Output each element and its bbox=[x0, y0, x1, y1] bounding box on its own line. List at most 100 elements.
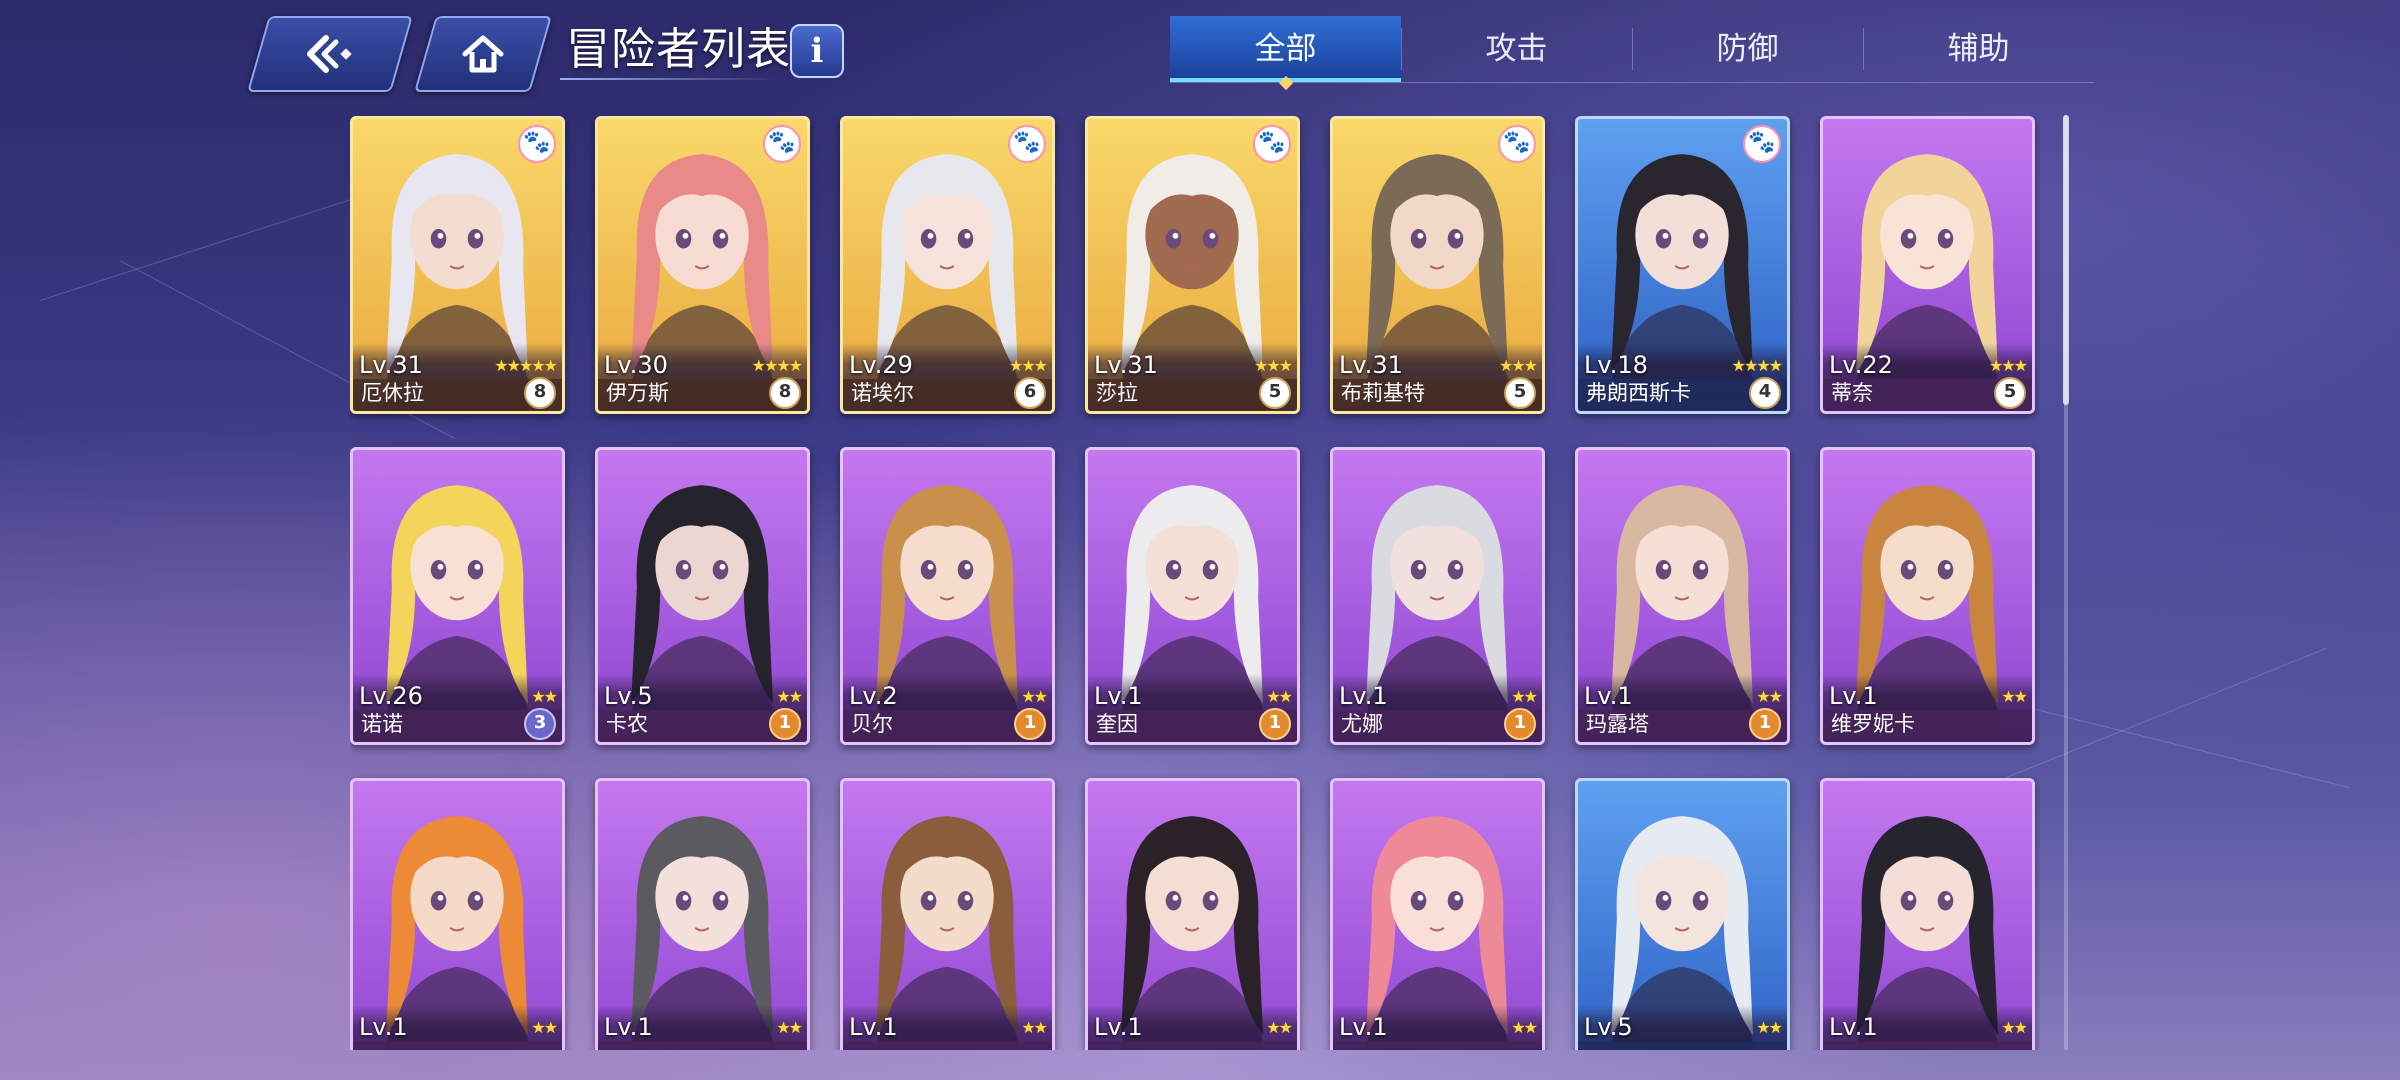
star-rating: ★★★ bbox=[1988, 356, 2028, 375]
star-rating: ★★ bbox=[2001, 687, 2028, 706]
level-label: Lv.29 bbox=[849, 351, 913, 379]
adventurer-card[interactable]: 🐾 Lv.18 ★★★★ 弗朗西斯卡 4 bbox=[1575, 116, 1790, 414]
star-rating: ★★ bbox=[1266, 1018, 1293, 1037]
rank-badge: 1 bbox=[1014, 708, 1046, 740]
rank-badge: 5 bbox=[1259, 377, 1291, 409]
star-rating: ★★★ bbox=[1008, 356, 1048, 375]
character-name: 尤娜 bbox=[1341, 712, 1383, 736]
name-strip bbox=[1088, 1041, 1297, 1050]
name-strip bbox=[1333, 1041, 1542, 1050]
level-label: Lv.2 bbox=[849, 682, 898, 710]
rank-badge: 1 bbox=[1504, 708, 1536, 740]
star-rating: ★★ bbox=[776, 1018, 803, 1037]
star-rating: ★★ bbox=[1021, 1018, 1048, 1037]
tabs-divider bbox=[1170, 82, 2094, 83]
level-label: Lv.1 bbox=[1829, 682, 1878, 710]
rank-badge: 5 bbox=[1504, 377, 1536, 409]
character-name: 布莉基特 bbox=[1341, 381, 1425, 405]
scrollbar-thumb[interactable] bbox=[2063, 115, 2069, 405]
tab-defense[interactable]: 防御 bbox=[1632, 16, 1863, 82]
adventurer-card[interactable]: Lv.1 ★★ bbox=[1085, 778, 1300, 1050]
rank-badge: 5 bbox=[1994, 377, 2026, 409]
adventurer-card[interactable]: 🐾 Lv.31 ★★★★★ 厄休拉 8 bbox=[350, 116, 565, 414]
level-label: Lv.31 bbox=[1339, 351, 1403, 379]
star-rating: ★★★ bbox=[1498, 356, 1538, 375]
name-strip bbox=[843, 1041, 1052, 1050]
star-rating: ★★★★ bbox=[1731, 356, 1783, 375]
level-label: Lv.31 bbox=[1094, 351, 1158, 379]
back-arrow-icon bbox=[307, 35, 352, 73]
name-strip bbox=[353, 1041, 562, 1050]
adventurer-card[interactable]: Lv.2 ★★ 贝尔 1 bbox=[840, 447, 1055, 745]
character-name: 卡农 bbox=[606, 712, 648, 736]
paw-icon: 🐾 bbox=[1253, 125, 1291, 163]
level-label: Lv.1 bbox=[1094, 1013, 1143, 1041]
star-rating: ★★★★★ bbox=[494, 356, 558, 375]
adventurer-card[interactable]: Lv.1 ★★ bbox=[1820, 778, 2035, 1050]
tab-all[interactable]: 全部 bbox=[1170, 16, 1401, 91]
paw-icon: 🐾 bbox=[1743, 125, 1781, 163]
adventurer-card[interactable]: Lv.1 ★★ bbox=[350, 778, 565, 1050]
star-rating: ★★ bbox=[1756, 687, 1783, 706]
level-label: Lv.1 bbox=[1094, 682, 1143, 710]
adventurer-card[interactable]: Lv.1 ★★ 奎因 1 bbox=[1085, 447, 1300, 745]
rank-badge: 3 bbox=[524, 708, 556, 740]
star-rating: ★★ bbox=[1021, 687, 1048, 706]
adventurer-card[interactable]: Lv.1 ★★ bbox=[595, 778, 810, 1050]
adventurer-card[interactable]: Lv.1 ★★ bbox=[840, 778, 1055, 1050]
filter-tabs: 全部 攻击 防御 辅助 bbox=[1170, 16, 2094, 91]
adventurer-grid: 🐾 Lv.31 ★★★★★ 厄休拉 8 🐾 Lv.30 ★★★★ 伊万斯 8 🐾 Lv.29 ★★★ 诺埃… bbox=[350, 116, 2040, 1050]
star-rating: ★★ bbox=[531, 687, 558, 706]
star-rating: ★★ bbox=[2001, 1018, 2028, 1037]
level-label: Lv.5 bbox=[604, 682, 653, 710]
character-name: 玛露塔 bbox=[1586, 712, 1649, 736]
character-name: 伊万斯 bbox=[606, 381, 669, 405]
rank-badge: 1 bbox=[1749, 708, 1781, 740]
level-label: Lv.1 bbox=[359, 1013, 408, 1041]
adventurer-card[interactable]: Lv.5 ★★ bbox=[1575, 778, 1790, 1050]
paw-icon: 🐾 bbox=[1008, 125, 1046, 163]
adventurer-card[interactable]: 🐾 Lv.30 ★★★★ 伊万斯 8 bbox=[595, 116, 810, 414]
rank-badge: 1 bbox=[1259, 708, 1291, 740]
character-name: 莎拉 bbox=[1096, 381, 1138, 405]
adventurer-card[interactable]: Lv.5 ★★ 卡农 1 bbox=[595, 447, 810, 745]
tab-support[interactable]: 辅助 bbox=[1863, 16, 2094, 82]
adventurer-card[interactable]: Lv.1 ★★ 玛露塔 1 bbox=[1575, 447, 1790, 745]
level-label: Lv.18 bbox=[1584, 351, 1648, 379]
adventurer-card[interactable]: Lv.1 ★★ 维罗妮卡 bbox=[1820, 447, 2035, 745]
active-tab-indicator bbox=[1278, 75, 1293, 91]
name-strip bbox=[1823, 1041, 2032, 1050]
star-rating: ★★ bbox=[1756, 1018, 1783, 1037]
level-label: Lv.1 bbox=[1339, 682, 1388, 710]
background-line bbox=[1999, 700, 2350, 789]
character-name: 诺埃尔 bbox=[851, 381, 914, 405]
level-label: Lv.5 bbox=[1584, 1013, 1633, 1041]
adventurer-card[interactable]: Lv.1 ★★ 尤娜 1 bbox=[1330, 447, 1545, 745]
rank-badge: 6 bbox=[1014, 377, 1046, 409]
adventurer-card[interactable]: 🐾 Lv.29 ★★★ 诺埃尔 6 bbox=[840, 116, 1055, 414]
character-name: 厄休拉 bbox=[361, 381, 424, 405]
level-label: Lv.1 bbox=[849, 1013, 898, 1041]
adventurer-card[interactable]: 🐾 Lv.31 ★★★ 布莉基特 5 bbox=[1330, 116, 1545, 414]
rank-badge: 1 bbox=[769, 708, 801, 740]
adventurer-card[interactable]: 🐾 Lv.31 ★★★ 莎拉 5 bbox=[1085, 116, 1300, 414]
paw-icon: 🐾 bbox=[763, 125, 801, 163]
home-icon bbox=[462, 35, 504, 73]
rank-badge: 8 bbox=[769, 377, 801, 409]
level-label: Lv.1 bbox=[1584, 682, 1633, 710]
adventurer-card[interactable]: Lv.22 ★★★ 蒂奈 5 bbox=[1820, 116, 2035, 414]
rank-badge: 4 bbox=[1749, 377, 1781, 409]
star-rating: ★★ bbox=[1266, 687, 1293, 706]
back-button[interactable] bbox=[247, 16, 413, 92]
star-rating: ★★ bbox=[1511, 1018, 1538, 1037]
character-name: 维罗妮卡 bbox=[1831, 712, 1915, 736]
adventurer-card[interactable]: Lv.26 ★★ 诺诺 3 bbox=[350, 447, 565, 745]
star-rating: ★★ bbox=[776, 687, 803, 706]
character-name: 弗朗西斯卡 bbox=[1586, 381, 1691, 405]
tab-attack[interactable]: 攻击 bbox=[1401, 16, 1632, 82]
info-button[interactable]: i bbox=[790, 24, 844, 78]
level-label: Lv.1 bbox=[1829, 1013, 1878, 1041]
paw-icon: 🐾 bbox=[1498, 125, 1536, 163]
adventurer-card[interactable]: Lv.1 ★★ bbox=[1330, 778, 1545, 1050]
home-button[interactable] bbox=[414, 16, 552, 92]
